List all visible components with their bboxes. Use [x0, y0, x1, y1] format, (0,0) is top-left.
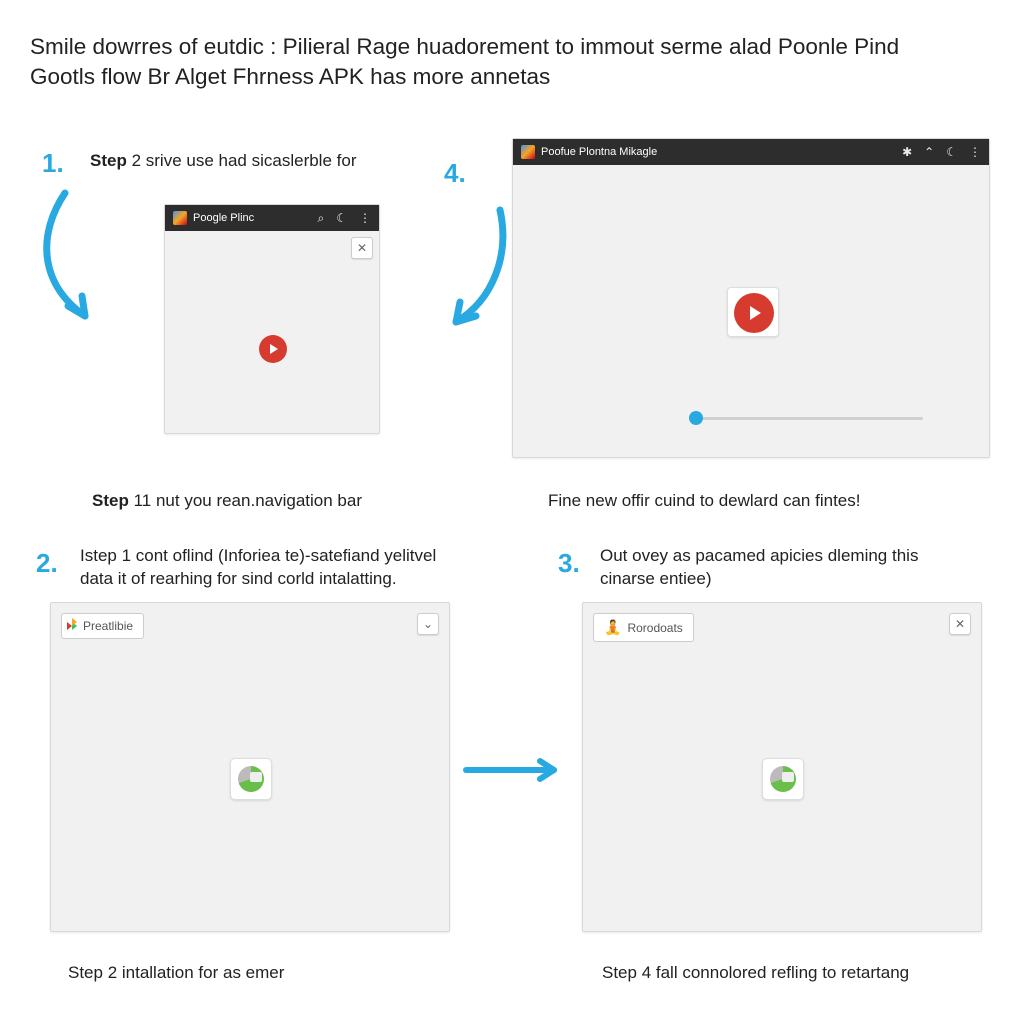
- more-icon[interactable]: ⋮: [969, 145, 981, 159]
- snowflake-icon[interactable]: ✱: [902, 145, 912, 159]
- window-titlebar-4: Poofue Plontna Mikagle ✱ ⌃ ☾ ⋮: [513, 139, 989, 165]
- window-titlebar-1: Poogle Plinc ⌕ ☾ ⋮: [165, 205, 379, 231]
- close-button-1[interactable]: ✕: [351, 237, 373, 259]
- face-icon: 🧘: [604, 619, 621, 636]
- step-1-text: Step 2 srive use had sicaslerble for: [90, 150, 356, 173]
- panel-install-right: 🧘 Rorodoats ✕: [582, 602, 982, 932]
- more-icon[interactable]: ⋮: [359, 211, 371, 225]
- caption-4b: Fine new offir cuind to dewlard can fint…: [548, 490, 860, 513]
- app-logo-icon: [521, 145, 535, 159]
- page-title: Smile dowrres of eutdic : Pilieral Rage …: [30, 32, 930, 93]
- panel-small-window: Poogle Plinc ⌕ ☾ ⋮ ✕: [164, 204, 380, 434]
- tab-preatlibie[interactable]: Preatlibie: [61, 613, 144, 639]
- app-icon-right[interactable]: [762, 758, 804, 800]
- play-card[interactable]: [727, 287, 779, 337]
- panel-install-left: Preatlibie ⌄: [50, 602, 450, 932]
- app-logo-icon: [173, 211, 187, 225]
- window-title-1: Poogle Plinc: [193, 212, 254, 224]
- caption-3b: Step 4 fall connolored refling to retart…: [602, 962, 909, 985]
- dropdown-button-2[interactable]: ⌄: [417, 613, 439, 635]
- panel-large-window: Poofue Plontna Mikagle ✱ ⌃ ☾ ⋮: [512, 138, 990, 458]
- app-icon-left[interactable]: [230, 758, 272, 800]
- search-icon[interactable]: ⌕: [318, 211, 325, 226]
- tab-rorodoats[interactable]: 🧘 Rorodoats: [593, 613, 694, 642]
- step-3-text: Out ovey as pacamed apicies dleming this…: [600, 545, 940, 591]
- step-number-4: 4.: [444, 158, 466, 189]
- caption-1b: Step 11 nut you rean.navigation bar: [92, 490, 362, 513]
- play-button-small[interactable]: [259, 335, 287, 363]
- tab-label-2: Preatlibie: [83, 619, 133, 633]
- arrow-straight: [462, 755, 572, 785]
- play-button-large[interactable]: [734, 293, 774, 333]
- step-number-2: 2.: [36, 548, 58, 579]
- window-title-4: Poofue Plontna Mikagle: [541, 146, 657, 158]
- caption-2b: Step 2 intallation for as emer: [68, 962, 284, 985]
- progress-slider[interactable]: [693, 417, 923, 420]
- step-2-text: Istep 1 cont oflind (Inforiea te)-satefi…: [80, 545, 470, 591]
- slider-knob[interactable]: [689, 411, 703, 425]
- arrow-curve-right: [438, 200, 528, 350]
- arrow-curve-left: [30, 188, 160, 338]
- moon-icon[interactable]: ☾: [946, 145, 957, 159]
- step-number-1: 1.: [42, 148, 64, 179]
- tab-label-3: Rorodoats: [627, 621, 682, 635]
- play-store-icon: [72, 622, 77, 630]
- up-icon[interactable]: ⌃: [924, 145, 934, 159]
- step-number-3: 3.: [558, 548, 580, 579]
- moon-icon[interactable]: ☾: [336, 211, 347, 225]
- close-button-3[interactable]: ✕: [949, 613, 971, 635]
